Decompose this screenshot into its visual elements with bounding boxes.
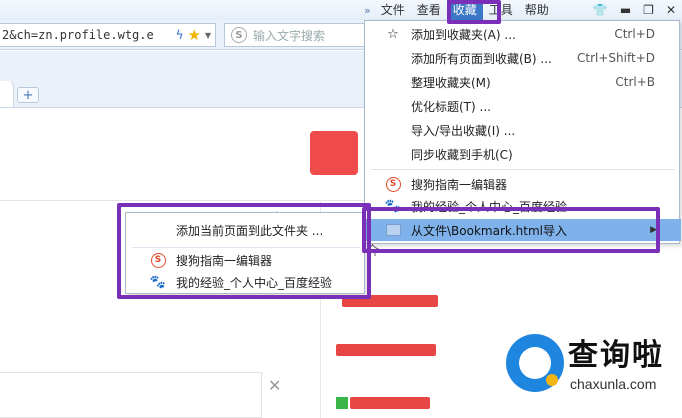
url-text: 2&ch=zn.profile.wtg.e	[2, 28, 154, 42]
menu-item-shortcut: Ctrl+Shift+D	[577, 51, 655, 65]
lightning-icon[interactable]: ϟ	[176, 28, 184, 42]
skin-icon[interactable]: 👕	[593, 3, 608, 17]
menu-tools[interactable]: 工具	[483, 0, 519, 20]
window-controls: 👕 ▬ ❐ ✕	[593, 0, 676, 20]
dropdown-icon[interactable]: ▾	[205, 28, 211, 42]
menu-item-add-all[interactable]: 添加所有页面到收藏(B) ... Ctrl+Shift+D	[365, 47, 681, 69]
sogou-search-icon: S	[231, 27, 247, 43]
menu-item-shortcut: Ctrl+B	[615, 75, 655, 89]
red-logo-block	[310, 131, 358, 175]
submenu-bookmark-item[interactable]: S 搜狗指南一编辑器	[126, 249, 366, 271]
favorites-menu: ☆ 添加到收藏夹(A) ... Ctrl+D 添加所有页面到收藏(B) ... …	[364, 20, 681, 244]
menu-separator	[132, 247, 360, 248]
restore-icon[interactable]: ❐	[643, 3, 654, 17]
menu-item-add-favorite[interactable]: ☆ 添加到收藏夹(A) ... Ctrl+D	[365, 23, 681, 45]
search-input[interactable]: 输入文字搜索	[253, 27, 325, 44]
menu-item-organize[interactable]: 整理收藏夹(M) Ctrl+B	[365, 71, 681, 93]
close-icon[interactable]: ✕	[666, 3, 676, 17]
redacted-bar	[336, 344, 436, 356]
sogou-icon: S	[150, 252, 166, 268]
submenu-label: 添加当前页面到此文件夹 ...	[176, 223, 324, 238]
submenu-label: 搜狗指南一编辑器	[176, 253, 273, 268]
current-tab[interactable]	[0, 81, 14, 107]
menu-view[interactable]: 查看	[411, 0, 447, 20]
submenu-label: 我的经验_个人中心_百度经验	[176, 275, 333, 290]
submenu-bookmark-item[interactable]: 🐾 我的经验_个人中心_百度经验	[126, 271, 366, 293]
menu-bar: » 文件 查看 收藏 工具 帮助	[360, 0, 555, 20]
folder-submenu: 添加当前页面到此文件夹 ... S 搜狗指南一编辑器 🐾 我的经验_个人中心_百…	[125, 212, 365, 294]
green-badge	[336, 397, 348, 409]
paw-icon: 🐾	[149, 274, 167, 290]
watermark-url: chaxunla.com	[570, 376, 657, 392]
content-panel	[0, 372, 262, 418]
menu-item-sync-phone[interactable]: 同步收藏到手机(C)	[365, 143, 681, 165]
star-icon[interactable]: ★	[188, 26, 201, 44]
star-outline-icon: ☆	[387, 26, 399, 42]
folder-icon	[385, 224, 401, 236]
submenu-add-current-page[interactable]: 添加当前页面到此文件夹 ...	[126, 219, 366, 241]
menu-item-label: 添加所有页面到收藏(B) ...	[411, 51, 552, 66]
bookmark-label: 我的经验_个人中心_百度经验	[411, 199, 568, 214]
title-bar: » 文件 查看 收藏 工具 帮助 👕 ▬ ❐ ✕	[0, 0, 682, 20]
menu-item-label: 优化标题(T) ...	[411, 99, 491, 114]
menu-item-import-export[interactable]: 导入/导出收藏(I) ...	[365, 119, 681, 141]
menu-file[interactable]: 文件	[375, 0, 411, 20]
menu-item-label: 整理收藏夹(M)	[411, 75, 491, 90]
bookmark-item[interactable]: S 搜狗指南一编辑器	[365, 173, 681, 195]
menu-overflow-button[interactable]: »	[360, 4, 375, 17]
new-tab-button[interactable]: +	[17, 87, 39, 103]
bookmark-item[interactable]: 🐾 我的经验_个人中心_百度经验	[365, 197, 681, 215]
menu-favorites[interactable]: 收藏	[446, 0, 483, 20]
menu-item-label: 同步收藏到手机(C)	[411, 147, 513, 162]
menu-item-label: 导入/导出收藏(I) ...	[411, 123, 516, 138]
paw-icon: 🐾	[384, 198, 402, 214]
close-icon[interactable]: ✕	[268, 376, 281, 395]
menu-separator	[371, 169, 675, 170]
divider	[0, 200, 370, 201]
sogou-icon: S	[385, 176, 401, 192]
bookmark-label: 搜狗指南一编辑器	[411, 177, 508, 192]
address-icons: ϟ ★ ▾	[175, 24, 215, 46]
address-bar[interactable]: 2&ch=zn.profile.wtg.e ϟ ★ ▾	[0, 23, 216, 47]
folder-item-bookmark-import[interactable]: 从文件\Bookmark.html导入 ▶	[365, 219, 681, 241]
watermark-logo: 查询啦 chaxunla.com	[506, 330, 678, 414]
menu-item-optimize-title[interactable]: 优化标题(T) ...	[365, 95, 681, 117]
menu-item-label: 添加到收藏夹(A) ...	[411, 27, 516, 42]
minimize-icon[interactable]: ▬	[620, 3, 631, 17]
menu-help[interactable]: 帮助	[519, 0, 555, 20]
submenu-arrow-icon: ▶	[650, 225, 657, 235]
watermark-title: 查询啦	[568, 338, 664, 373]
search-box[interactable]: S 输入文字搜索	[224, 23, 374, 47]
menu-item-shortcut: Ctrl+D	[614, 27, 655, 41]
logo-dot	[546, 374, 558, 386]
redacted-bar	[342, 295, 438, 307]
redacted-bar	[350, 397, 430, 409]
folder-label: 从文件\Bookmark.html导入	[411, 223, 567, 238]
